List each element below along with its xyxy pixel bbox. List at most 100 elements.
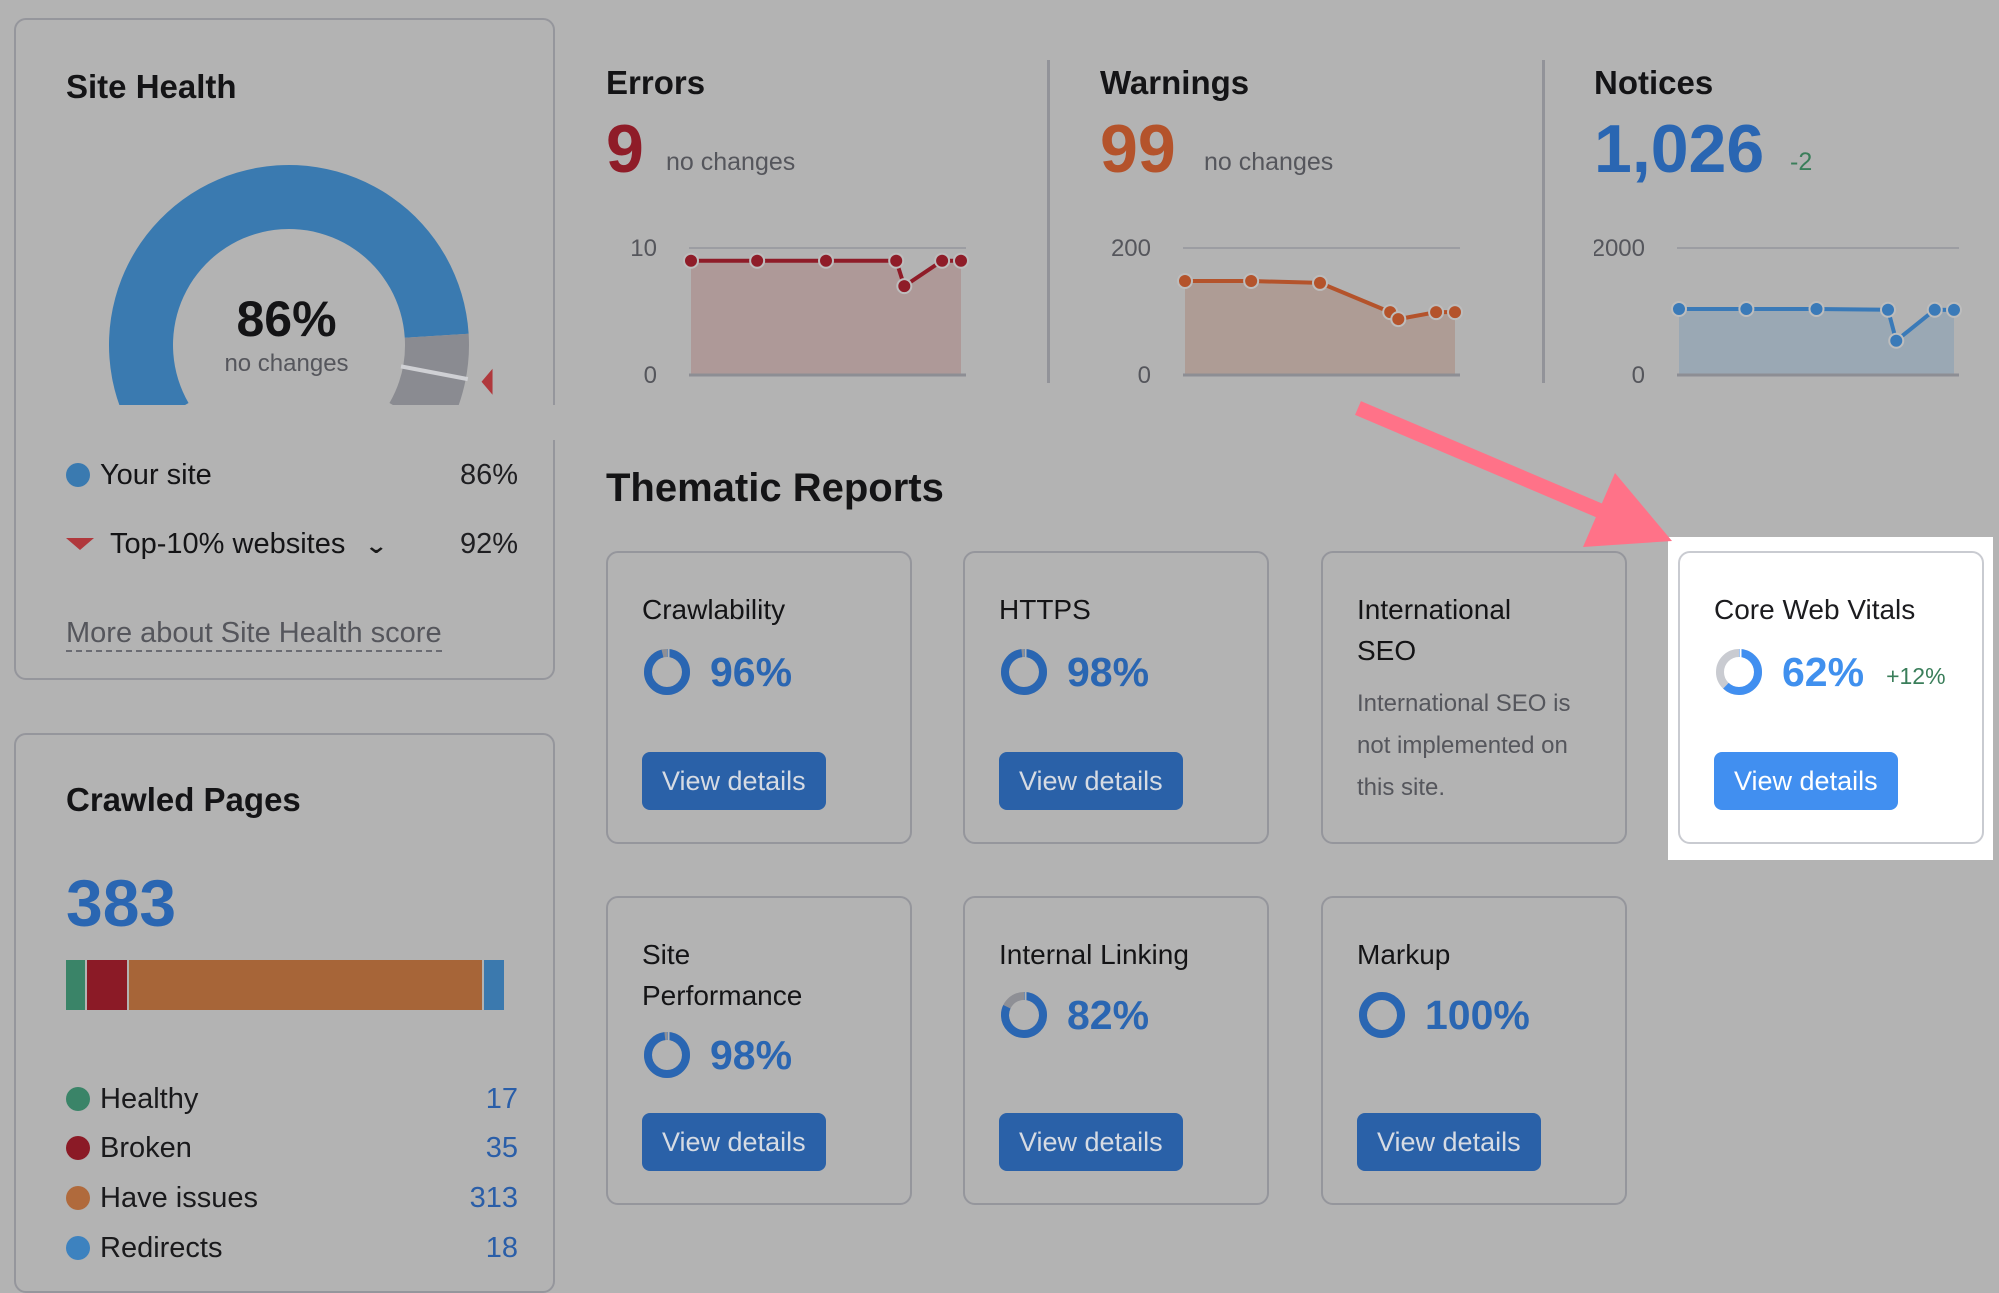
report-card-https: HTTPS 98% View details [963, 551, 1269, 844]
report-title: Core Web Vitals [1714, 594, 1916, 625]
arrow-head-icon [1583, 473, 1672, 547]
top10-dropdown[interactable]: Top-10% websites ⌄ [110, 528, 460, 561]
score-donut-icon [1001, 648, 1047, 695]
report-score: 96% [710, 648, 793, 695]
donut-progress [1359, 992, 1405, 1038]
view-details-button[interactable]: View details [999, 752, 1183, 810]
broken-dot-icon [66, 1136, 90, 1160]
sparkline-point [953, 252, 969, 269]
legend-value: 92% [459, 527, 518, 560]
legend-value[interactable]: 17 [486, 1083, 518, 1116]
view-details-button[interactable]: View details [642, 1113, 826, 1171]
errors-sparkline: 10 0 [630, 235, 969, 389]
sparkline-area [691, 260, 961, 375]
sparkline-point [1177, 273, 1193, 290]
score-donut-icon [644, 1031, 690, 1078]
crawled-pages-total[interactable]: 383 [66, 865, 176, 941]
view-details-button[interactable]: View details [1714, 752, 1898, 810]
legend-label: Have issues [100, 1181, 258, 1214]
redirects-dot-icon [66, 1236, 90, 1260]
crawl-legend-broken[interactable]: Broken 35 [66, 1128, 518, 1168]
site-health-score: 86% [236, 291, 337, 347]
report-score: 98% [1067, 648, 1150, 695]
sparkline-point [1428, 304, 1445, 321]
sparkline-point [749, 252, 766, 269]
report-score: 100% [1425, 991, 1530, 1038]
score-donut-icon [1359, 992, 1405, 1038]
report-card-internal-linking: Internal Linking 82% View details [963, 896, 1269, 1205]
report-score: 98% [710, 1031, 793, 1078]
warnings-count[interactable]: 99 [1100, 110, 1176, 188]
crawl-legend-healthy[interactable]: Healthy 17 [66, 1079, 518, 1119]
crawl-bar-segment-healthy[interactable] [66, 960, 86, 1010]
legend-label: Broken [100, 1131, 192, 1164]
sparkline-area [1185, 281, 1455, 375]
view-details-button[interactable]: View details [642, 752, 826, 810]
metric-notices: Notices 1,026 -2 2000 0 [1594, 60, 1999, 389]
warnings-title: Warnings [1100, 64, 1250, 101]
view-details-button[interactable]: View details [1357, 1113, 1541, 1171]
report-score: 82% [1067, 991, 1150, 1038]
report-card-international-seo: International SEO International SEO is n… [1321, 551, 1627, 844]
legend-value[interactable]: 35 [486, 1132, 518, 1165]
metric-divider [1542, 60, 1545, 383]
sparkline-area [1679, 308, 1954, 375]
legend-value[interactable]: 313 [470, 1182, 518, 1215]
errors-change: no changes [666, 148, 796, 176]
report-title: Crawlability [642, 594, 786, 625]
warnings-change: no changes [1204, 148, 1334, 176]
report-card-markup: Markup 100% View details [1321, 896, 1627, 1205]
report-card-site-performance: Site Performance 98% View details [606, 896, 912, 1205]
report-score-delta: +12% [1886, 662, 1946, 689]
report-card-core-web-vitals: Core Web Vitals 62% +12% View details [1678, 551, 1984, 844]
sparkline-point [1926, 301, 1943, 318]
crawl-bar-segment-have-issues[interactable] [128, 960, 482, 1010]
donut-progress [644, 1032, 690, 1078]
chevron-down-icon[interactable]: ⌄ [365, 533, 389, 559]
report-title: International SEO [1357, 594, 1512, 666]
gauge-mask [16, 405, 557, 440]
site-health-change: no changes [224, 350, 349, 377]
sparkline-point [934, 252, 951, 269]
crawl-legend-have-issues[interactable]: Have issues 313 [66, 1178, 518, 1218]
sparkline-point [1808, 300, 1825, 317]
legend-label: Your site [100, 458, 212, 491]
notices-sparkline: 2000 0 [1594, 235, 1962, 389]
y-tick-label: 2000 [1594, 235, 1645, 262]
notices-count[interactable]: 1,026 [1594, 110, 1764, 188]
more-about-site-health-link[interactable]: More about Site Health score [66, 616, 442, 652]
arrow-shaft [1355, 401, 1613, 522]
your-site-dot-icon [66, 463, 90, 487]
crawled-pages-card: Crawled Pages 383 Healthy 17 Broken 35 H… [14, 733, 555, 1293]
notices-change: -2 [1790, 148, 1813, 176]
crawled-pages-title: Crawled Pages [66, 781, 301, 818]
view-details-button[interactable]: View details [999, 1113, 1183, 1171]
errors-title: Errors [606, 64, 706, 101]
metric-warnings: Warnings 99 no changes 200 0 [1100, 60, 1500, 389]
sparkline-point [1671, 300, 1687, 317]
crawl-bar-segment-broken[interactable] [87, 960, 127, 1010]
errors-count[interactable]: 9 [606, 110, 644, 188]
site-health-card: Site Health 86% no changes Your site 86%… [14, 18, 557, 680]
warnings-sparkline: 2000 [1111, 235, 1463, 389]
crawl-bar-segment-redirects[interactable] [483, 960, 504, 1010]
have-issues-dot-icon [66, 1186, 90, 1210]
sparkline-point [896, 278, 913, 295]
report-description: International SEO is not implemented on … [1357, 690, 1571, 801]
legend-value: 86% [459, 458, 518, 491]
sparkline-point [1243, 273, 1260, 290]
metric-divider [1047, 60, 1050, 383]
score-donut-icon [644, 648, 690, 695]
sparkline-point [1888, 332, 1905, 349]
thematic-reports-heading: Thematic Reports [606, 466, 944, 510]
donut-progress [1001, 649, 1047, 695]
crawl-legend-redirects[interactable]: Redirects 18 [66, 1228, 518, 1268]
sparkline-point [818, 252, 834, 269]
score-donut-icon [1716, 648, 1762, 695]
crawled-pages-bar [66, 960, 504, 1010]
sparkline-point [1880, 301, 1896, 318]
notices-title: Notices [1594, 64, 1714, 101]
legend-top10[interactable]: Top-10% websites ⌄ 92% [66, 524, 518, 564]
sparkline-point [1312, 274, 1328, 291]
sparkline-point [1447, 304, 1463, 321]
